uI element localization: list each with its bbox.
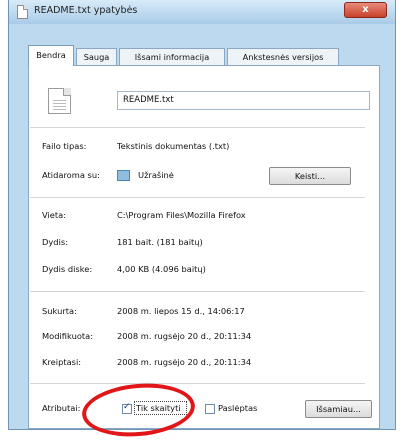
hidden-checkbox[interactable] xyxy=(205,404,215,414)
size-on-disk-label: Dydis diske: xyxy=(42,264,93,274)
size-on-disk-value: 4,00 KB (4.096 baitų) xyxy=(117,264,206,274)
accessed-value: 2008 m. rugsėjo 20 d., 20:11:34 xyxy=(117,357,252,367)
created-label: Sukurta: xyxy=(42,306,77,316)
modified-label: Modifikuota: xyxy=(42,331,94,341)
text-file-icon xyxy=(17,5,28,19)
tab-security[interactable]: Sauga xyxy=(76,48,117,65)
advanced-button[interactable]: Išsamiau... xyxy=(305,400,372,418)
divider xyxy=(30,197,365,198)
divider xyxy=(30,127,365,128)
size-label: Dydis: xyxy=(42,237,68,247)
opens-with-value: Užrašinė xyxy=(138,170,174,180)
tab-details[interactable]: Išsami informacija xyxy=(119,48,225,65)
accessed-label: Kreiptasi: xyxy=(42,357,82,367)
title-bar[interactable]: README.txt ypatybės x xyxy=(9,0,395,24)
location-value: C:\Program Files\Mozilla Firefox xyxy=(117,210,246,220)
tab-previous-versions[interactable]: Ankstesnės versijos xyxy=(227,48,339,65)
attributes-label: Atributai: xyxy=(42,403,81,413)
tab-general[interactable]: Bendra xyxy=(28,45,74,66)
file-name-input[interactable]: README.txt xyxy=(117,91,370,110)
opens-with-label: Atidaroma su: xyxy=(42,170,100,180)
created-value: 2008 m. liepos 15 d., 14:06:17 xyxy=(117,306,245,316)
file-type-label: Failo tipas: xyxy=(42,141,87,151)
modified-value: 2008 m. rugsėjo 20 d., 20:11:34 xyxy=(117,331,252,341)
location-label: Vieta: xyxy=(42,210,67,220)
change-button[interactable]: Keisti... xyxy=(269,167,351,185)
general-tab-panel xyxy=(28,65,380,429)
text-file-icon xyxy=(48,88,71,114)
window-title: README.txt ypatybės xyxy=(34,5,138,16)
file-type-value: Tekstinis dokumentas (.txt) xyxy=(117,141,230,151)
close-button[interactable]: x xyxy=(344,2,387,18)
size-value: 181 bait. (181 baitų) xyxy=(117,237,203,247)
divider xyxy=(30,383,365,384)
notepad-icon xyxy=(117,170,130,181)
divider xyxy=(30,291,365,292)
hidden-label[interactable]: Paslėptas xyxy=(218,403,257,413)
